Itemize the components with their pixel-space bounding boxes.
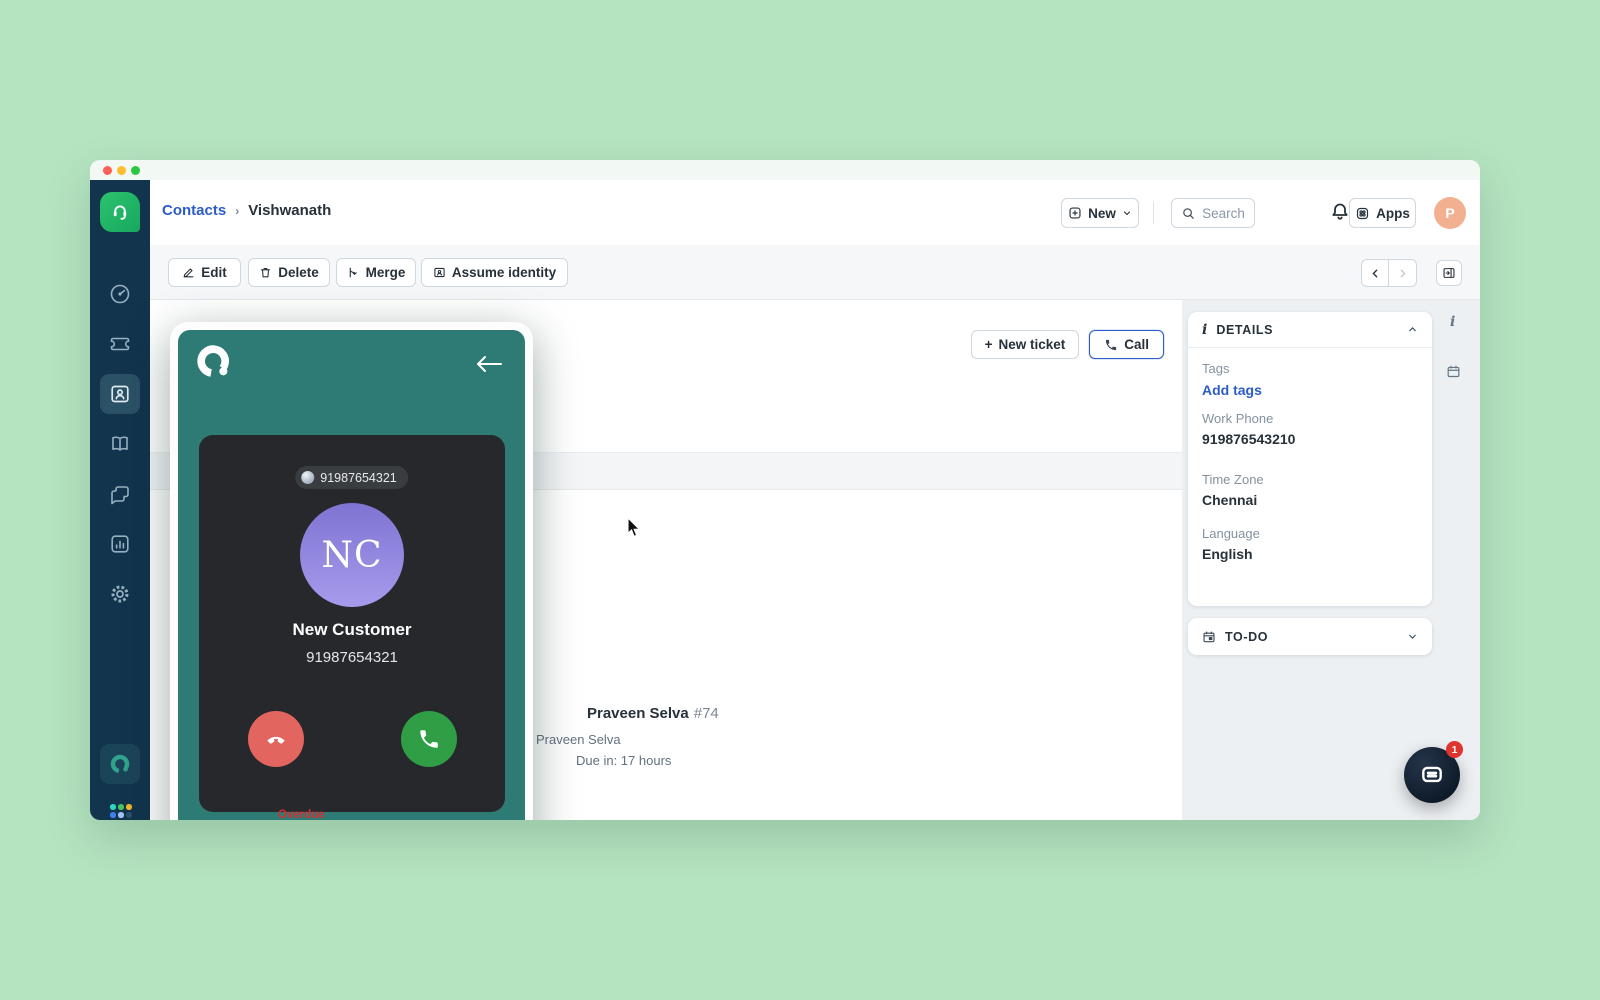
edit-pencil-icon bbox=[182, 266, 195, 279]
call-widget-body: 91987654321 NC New Customer 91987654321 bbox=[178, 330, 525, 820]
time-zone-value: Chennai bbox=[1202, 492, 1418, 508]
caller-avatar: NC bbox=[300, 503, 404, 607]
apps-grid-icon bbox=[1355, 206, 1370, 221]
chevron-up-icon[interactable] bbox=[1407, 324, 1418, 335]
globe-icon bbox=[301, 471, 314, 484]
caller-name: New Customer bbox=[199, 620, 505, 640]
plus-square-icon bbox=[1068, 206, 1082, 220]
decline-call-button[interactable] bbox=[248, 711, 304, 767]
delete-button[interactable]: Delete bbox=[248, 258, 330, 287]
work-phone-value: 919876543210 bbox=[1202, 431, 1418, 447]
new-ticket-button[interactable]: + New ticket bbox=[971, 330, 1080, 359]
incoming-call-widget: 91987654321 NC New Customer 91987654321 bbox=[170, 322, 533, 820]
breadcrumb: Contacts › Vishwanath bbox=[162, 202, 331, 219]
phone-icon bbox=[1104, 338, 1118, 352]
next-record-button[interactable] bbox=[1389, 259, 1417, 287]
previous-record-button[interactable] bbox=[1361, 259, 1389, 287]
chevron-down-icon[interactable] bbox=[1407, 631, 1418, 642]
app-window: Contacts › Vishwanath New Search bbox=[90, 160, 1480, 820]
page-title: Vishwanath bbox=[248, 202, 331, 219]
merge-button[interactable]: Merge bbox=[336, 258, 416, 287]
details-card: i DETAILS Tags Add tags Work Phone 91987… bbox=[1188, 312, 1432, 606]
chevron-down-icon bbox=[1122, 208, 1132, 218]
call-button[interactable]: Call bbox=[1089, 330, 1164, 359]
work-phone-label: Work Phone bbox=[1202, 411, 1418, 426]
page-header: Contacts › Vishwanath New Search bbox=[150, 180, 1480, 245]
app-switcher-icon[interactable] bbox=[110, 804, 132, 820]
details-rail-info-icon[interactable]: i bbox=[1450, 314, 1455, 330]
ticket-requester: Praveen Selva bbox=[536, 732, 621, 747]
add-tags-link[interactable]: Add tags bbox=[1202, 382, 1418, 398]
freshcaller-logo-icon bbox=[194, 342, 234, 382]
details-card-header[interactable]: i DETAILS bbox=[1188, 312, 1432, 348]
ticket-title[interactable]: Praveen Selva bbox=[587, 705, 689, 722]
header-divider bbox=[1153, 202, 1154, 224]
identity-card-icon bbox=[433, 266, 446, 279]
new-button[interactable]: New bbox=[1061, 198, 1139, 228]
info-icon: i bbox=[1202, 322, 1207, 338]
ticket-item-74[interactable]: Praveen Selva #74 bbox=[587, 705, 719, 723]
trash-icon bbox=[259, 266, 272, 279]
search-button[interactable]: Search bbox=[1171, 198, 1255, 228]
dashboard-icon[interactable] bbox=[108, 282, 132, 306]
details-title: DETAILS bbox=[1216, 323, 1273, 337]
edit-button[interactable]: Edit bbox=[168, 258, 241, 287]
accept-call-button[interactable] bbox=[401, 711, 457, 767]
settings-gear-icon[interactable] bbox=[108, 582, 132, 606]
tags-label: Tags bbox=[1202, 361, 1418, 376]
todo-rail-calendar-icon[interactable] bbox=[1446, 364, 1461, 379]
ticket-due-status: Due in: 17 hours bbox=[576, 753, 671, 768]
chat-unread-badge: 1 bbox=[1446, 741, 1463, 758]
ticket-id: #74 bbox=[694, 705, 719, 722]
caller-id-badge: 91987654321 bbox=[295, 466, 408, 489]
calendar-icon bbox=[1202, 630, 1216, 644]
todo-title: TO-DO bbox=[1225, 630, 1268, 644]
time-zone-label: Time Zone bbox=[1202, 472, 1418, 487]
contact-side-panel: i DETAILS Tags Add tags Work Phone 91987… bbox=[1182, 300, 1480, 820]
breadcrumb-separator: › bbox=[235, 204, 239, 218]
overdue-badge: Overdue bbox=[278, 809, 325, 820]
tickets-icon[interactable] bbox=[108, 332, 132, 356]
collapse-panel-button[interactable] bbox=[1436, 260, 1462, 286]
language-label: Language bbox=[1202, 526, 1418, 541]
solutions-icon[interactable] bbox=[108, 432, 132, 456]
freshcaller-app-icon[interactable] bbox=[100, 744, 140, 784]
back-arrow-icon[interactable] bbox=[475, 354, 503, 374]
apps-button[interactable]: Apps bbox=[1349, 198, 1416, 228]
window-titlebar bbox=[90, 160, 1480, 180]
minimize-window-button[interactable] bbox=[117, 166, 126, 175]
caller-number: 91987654321 bbox=[199, 649, 505, 666]
language-value: English bbox=[1202, 546, 1418, 562]
contact-toolbar: Edit Delete Merge Assume identity bbox=[150, 245, 1480, 300]
close-window-button[interactable] bbox=[103, 166, 112, 175]
merge-icon bbox=[347, 266, 360, 279]
analytics-icon[interactable] bbox=[108, 532, 132, 556]
contacts-icon[interactable] bbox=[108, 382, 132, 406]
breadcrumb-contacts-link[interactable]: Contacts bbox=[162, 202, 226, 219]
record-pager bbox=[1361, 259, 1417, 287]
assume-identity-button[interactable]: Assume identity bbox=[421, 258, 568, 287]
plus-icon: + bbox=[985, 337, 993, 352]
search-icon bbox=[1181, 206, 1196, 221]
todo-card[interactable]: TO-DO bbox=[1188, 618, 1432, 655]
incoming-call-card: 91987654321 NC New Customer 91987654321 bbox=[199, 435, 505, 812]
left-nav-sidebar bbox=[90, 180, 150, 820]
zoom-window-button[interactable] bbox=[131, 166, 140, 175]
freshdesk-logo-icon[interactable] bbox=[100, 192, 140, 232]
forums-icon[interactable] bbox=[108, 482, 132, 506]
user-avatar[interactable]: P bbox=[1434, 197, 1466, 229]
